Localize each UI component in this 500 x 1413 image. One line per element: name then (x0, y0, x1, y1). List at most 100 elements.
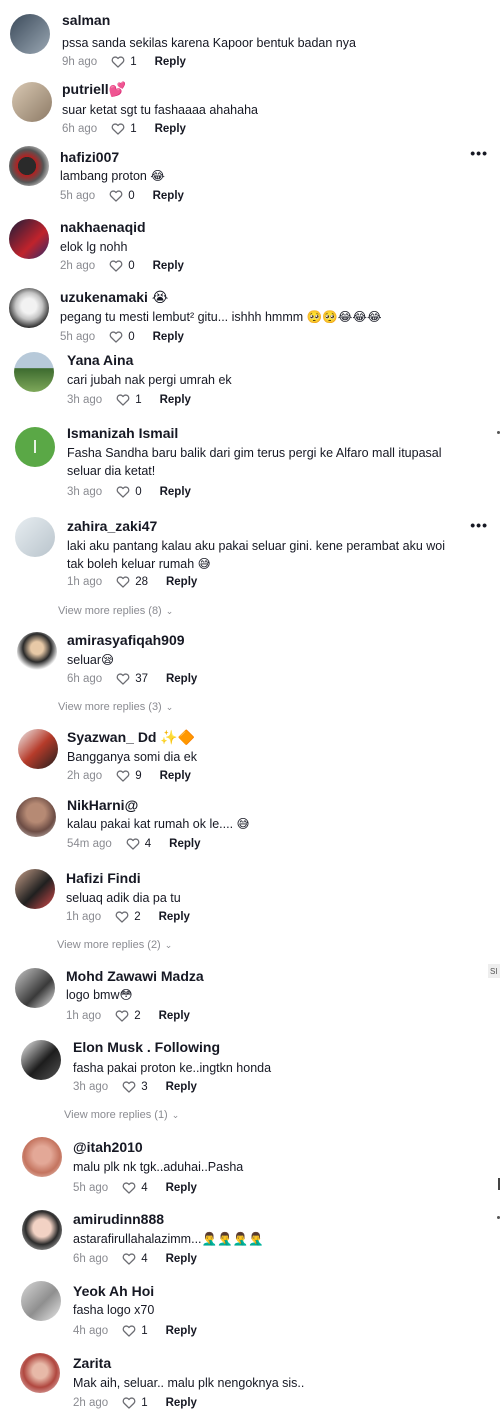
comment-time: 6h ago (62, 122, 98, 135)
heart-outline-icon[interactable] (116, 393, 130, 406)
heart-outline-icon[interactable] (116, 672, 130, 685)
avatar[interactable] (21, 1281, 61, 1321)
reply-button[interactable]: Reply (153, 331, 184, 343)
reply-button[interactable]: Reply (166, 1325, 197, 1337)
comment-username[interactable]: Syazwan_ Dd ✨🔶 (67, 729, 195, 746)
reply-button[interactable]: Reply (160, 486, 191, 498)
view-more-replies-button[interactable]: View more replies (2) ⌄ (57, 939, 172, 951)
view-more-replies-label: View more replies (2) (57, 939, 161, 951)
reply-button[interactable]: Reply (166, 1253, 197, 1265)
comment-time: 6h ago (73, 1252, 109, 1265)
reply-button[interactable]: Reply (155, 56, 186, 68)
reply-button[interactable]: Reply (160, 770, 191, 782)
avatar[interactable] (9, 146, 49, 186)
reply-button[interactable]: Reply (159, 1010, 190, 1022)
avatar[interactable] (15, 968, 55, 1008)
heart-outline-icon[interactable] (122, 1252, 136, 1265)
avatar[interactable] (18, 729, 58, 769)
heart-outline-icon[interactable] (122, 1181, 136, 1194)
avatar[interactable] (15, 869, 55, 909)
heart-outline-icon[interactable] (126, 837, 140, 850)
comment-username[interactable]: zahira_zaki47 (67, 518, 157, 534)
avatar[interactable] (9, 219, 49, 259)
avatar[interactable]: I (15, 427, 55, 467)
comment-username[interactable]: nakhaenaqid (60, 219, 146, 235)
reply-button[interactable]: Reply (169, 838, 200, 850)
comment-text: fasha pakai proton ke..ingtkn honda (73, 1061, 272, 1075)
heart-outline-icon[interactable] (109, 259, 123, 272)
comment-username[interactable]: Zarita (73, 1355, 111, 1371)
heart-outline-icon[interactable] (109, 330, 123, 343)
comment-text: astarafirullahalazimm...🤦‍♂️🤦‍♂️🤦‍♂️🤦‍♂️ (73, 1232, 264, 1246)
avatar[interactable] (22, 1210, 62, 1250)
avatar[interactable] (10, 14, 50, 54)
heart-outline-icon[interactable] (122, 1396, 136, 1409)
more-horizontal-icon[interactable]: ••• (470, 517, 488, 533)
comment-username[interactable]: Hafizi Findi (66, 870, 141, 886)
reply-button[interactable]: Reply (166, 673, 197, 685)
avatar[interactable] (17, 632, 57, 672)
like-count: 4 (144, 837, 152, 850)
comment-username[interactable]: NikHarni@ (67, 797, 138, 813)
comment-time: 2h ago (60, 259, 96, 272)
avatar[interactable] (21, 1040, 61, 1080)
comment-username[interactable]: Mohd Zawawi Madza (66, 968, 204, 984)
comment-text: pegang tu mesti lembut² gitu... ishhh hm… (60, 310, 382, 324)
comment-username[interactable]: Ismanizah Ismail (67, 425, 178, 441)
comment-username[interactable]: Elon Musk . Following (73, 1039, 220, 1055)
reply-button[interactable]: Reply (166, 1081, 197, 1093)
comment-text: malu plk nk tgk..aduhai..Pasha (73, 1160, 244, 1174)
view-more-replies-button[interactable]: View more replies (3) ⌄ (58, 701, 173, 713)
comment-meta: 2h ago 9 Reply (67, 769, 191, 782)
view-more-replies-button[interactable]: View more replies (8) ⌄ (58, 605, 173, 617)
heart-outline-icon[interactable] (116, 485, 130, 498)
comment-meta: 1h ago 2 Reply (66, 1009, 190, 1022)
like-count: 0 (128, 189, 135, 202)
reply-button[interactable]: Reply (166, 1182, 197, 1194)
comment-username[interactable]: uzukenamaki 😭 (60, 289, 168, 306)
heart-outline-icon[interactable] (109, 189, 123, 202)
comment-time: 1h ago (67, 575, 103, 588)
avatar[interactable] (14, 352, 54, 392)
avatar[interactable] (16, 797, 56, 837)
heart-outline-icon[interactable] (115, 910, 129, 923)
heart-outline-icon[interactable] (116, 769, 130, 782)
heart-outline-icon[interactable] (111, 55, 125, 68)
avatar[interactable] (20, 1353, 60, 1393)
avatar[interactable] (15, 517, 55, 557)
reply-button[interactable]: Reply (153, 190, 184, 202)
comment-username[interactable]: amirudinn888 (73, 1211, 164, 1227)
heart-outline-icon[interactable] (116, 575, 130, 588)
more-horizontal-icon[interactable]: ••• (470, 145, 488, 161)
reply-button[interactable]: Reply (155, 123, 186, 135)
comment-text: suar ketat sgt tu fashaaaa ahahaha (62, 103, 258, 117)
avatar[interactable] (9, 288, 49, 328)
reply-button[interactable]: Reply (166, 1397, 197, 1409)
avatar[interactable] (22, 1137, 62, 1177)
comment-username[interactable]: putriell💕 (62, 81, 126, 98)
reply-button[interactable]: Reply (160, 394, 191, 406)
comment-username[interactable]: @itah2010 (73, 1139, 143, 1155)
comment-time: 54m ago (67, 837, 112, 850)
heart-outline-icon[interactable] (111, 122, 125, 135)
comment-username[interactable]: hafizi007 (60, 149, 119, 165)
heart-outline-icon[interactable] (115, 1009, 129, 1022)
comment-username[interactable]: amirasyafiqah909 (67, 632, 185, 648)
comment-username[interactable]: salman (62, 12, 110, 28)
avatar[interactable] (12, 82, 52, 122)
view-more-replies-button[interactable]: View more replies (1) ⌄ (64, 1109, 179, 1121)
comment-meta: 6h ago 37 Reply (67, 672, 197, 685)
like-count: 3 (141, 1080, 148, 1093)
heart-outline-icon[interactable] (122, 1324, 136, 1337)
comment-username[interactable]: Yana Aina (67, 352, 133, 368)
view-more-replies-label: View more replies (3) (58, 701, 162, 713)
heart-outline-icon[interactable] (122, 1080, 136, 1093)
comment-text: laki aku pantang kalau aku pakai seluar … (67, 539, 446, 571)
comment-username[interactable]: Yeok Ah Hoi (73, 1283, 154, 1299)
comment-text: cari jubah nak pergi umrah ek (67, 373, 232, 387)
reply-button[interactable]: Reply (159, 911, 190, 923)
reply-button[interactable]: Reply (153, 260, 184, 272)
reply-button[interactable]: Reply (166, 576, 197, 588)
comment-time: 5h ago (73, 1181, 109, 1194)
side-tab[interactable]: SI (488, 964, 500, 978)
